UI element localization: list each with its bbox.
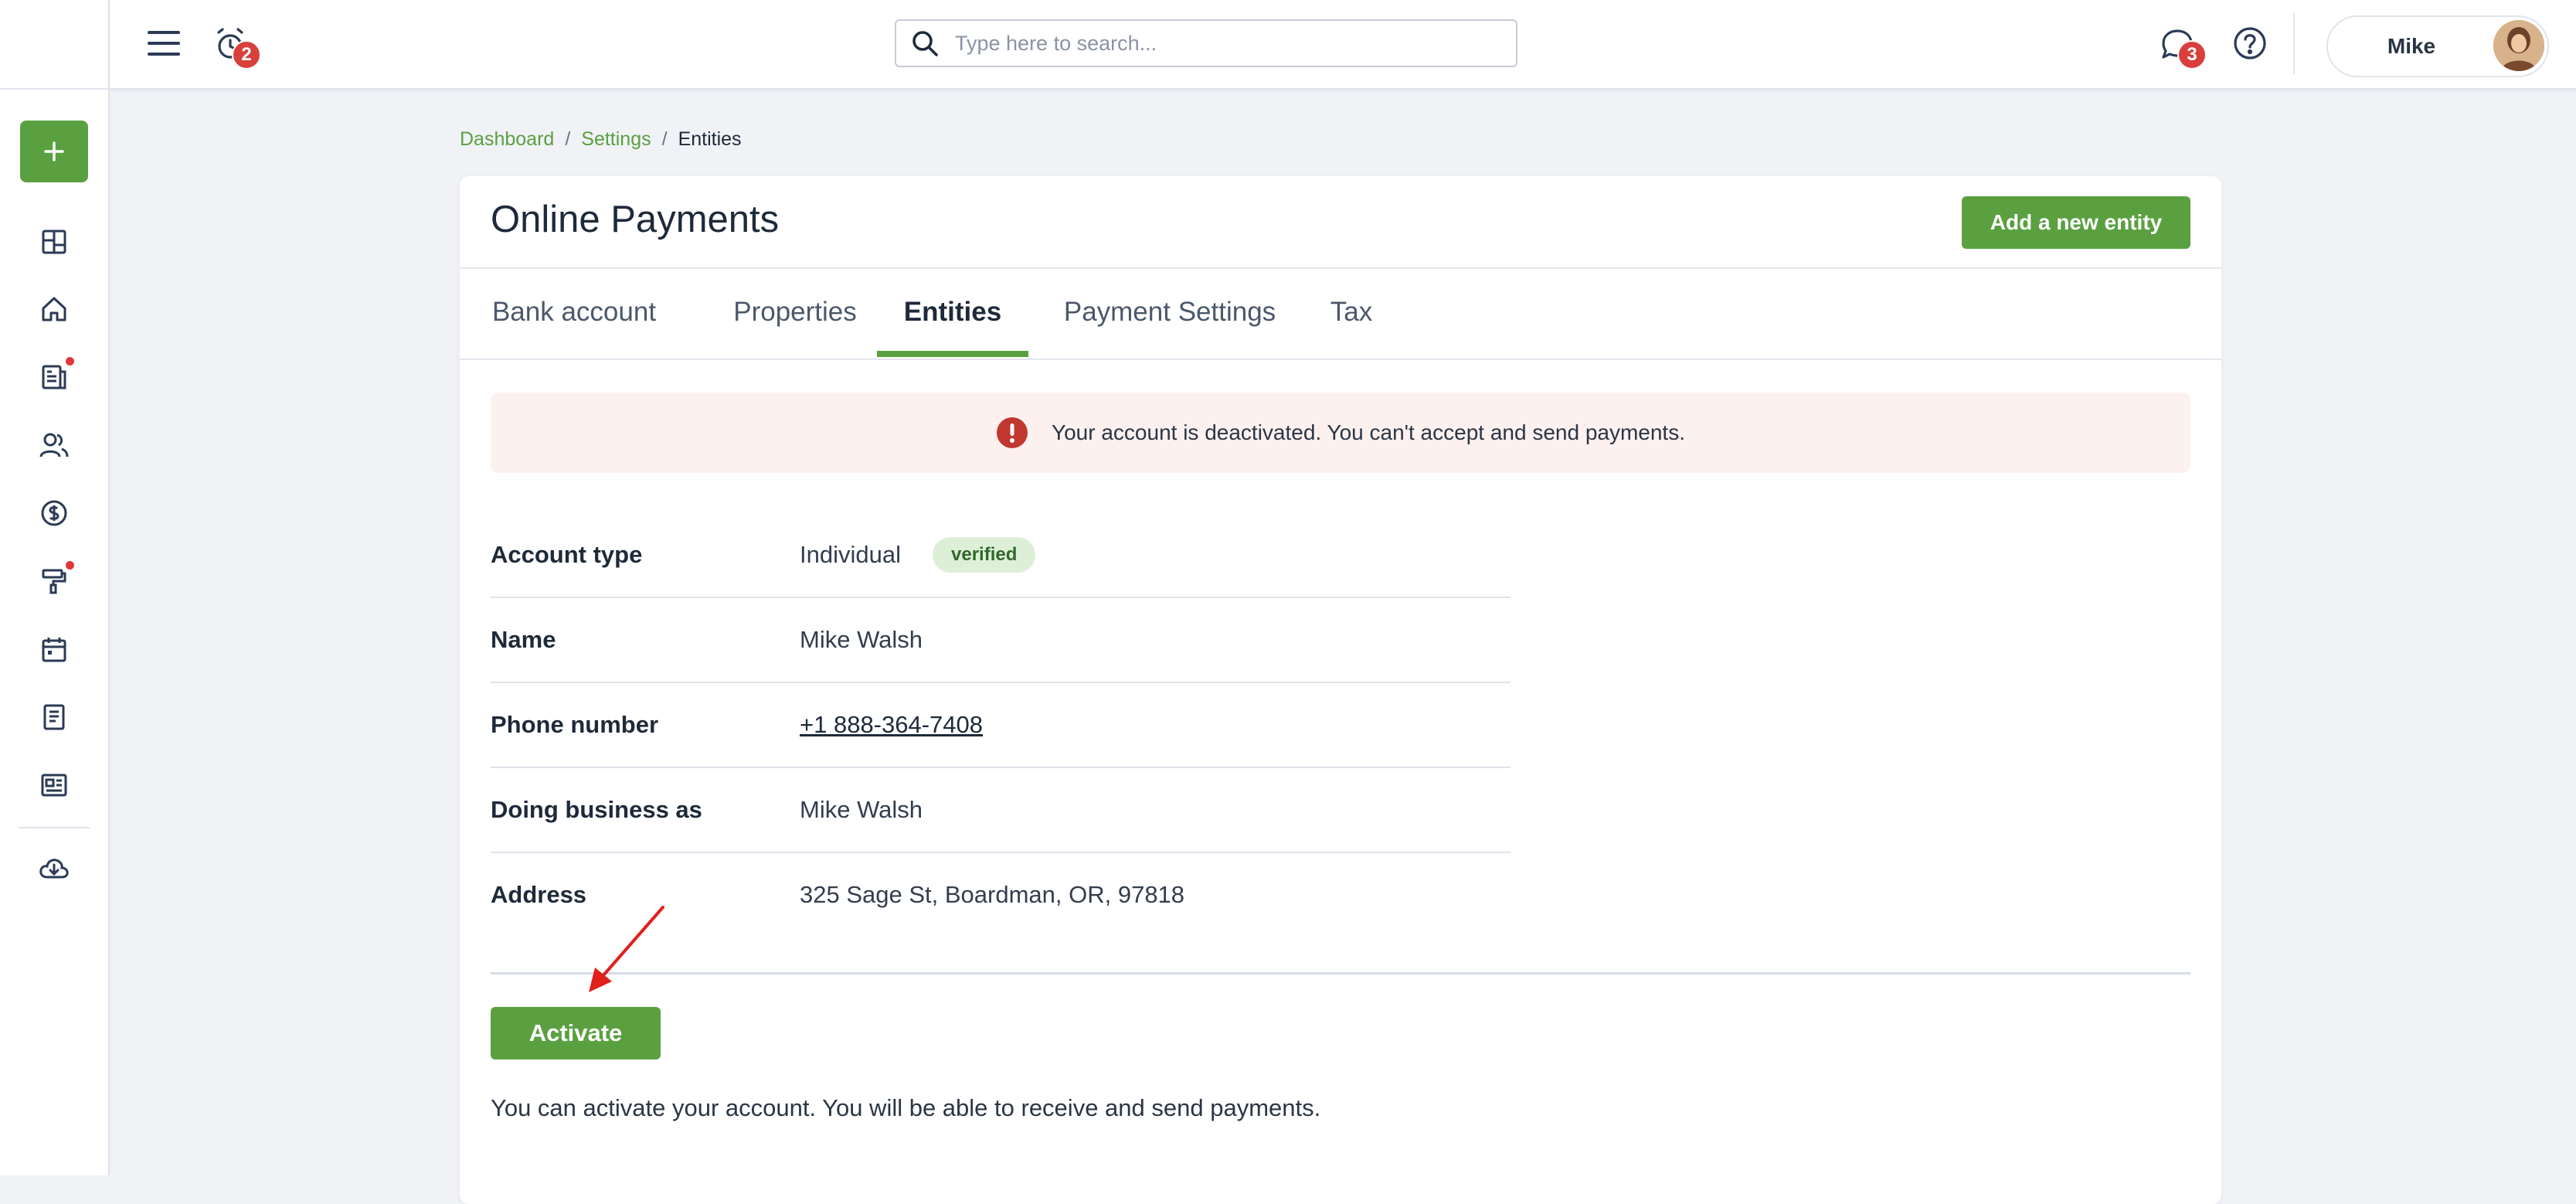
sidebar-divider <box>19 827 90 828</box>
people-icon <box>39 433 69 457</box>
home-icon <box>42 297 66 321</box>
notification-dot <box>66 561 74 570</box>
sidebar-item-accounting[interactable] <box>31 490 77 536</box>
sidebar-item-properties[interactable] <box>31 286 77 332</box>
detail-label: Name <box>491 626 556 653</box>
verified-badge: verified <box>933 537 1036 573</box>
tab-entities-label: Entities <box>903 297 1002 327</box>
leases-document-icon <box>42 365 66 389</box>
avatar <box>2493 20 2544 71</box>
tabs-divider <box>460 359 2221 360</box>
tab-entities[interactable]: Entities <box>877 267 1028 357</box>
detail-row-name: Name Mike Walsh <box>491 598 1511 683</box>
reports-icon <box>41 774 67 797</box>
search-icon <box>912 31 938 56</box>
top-bar: 2 3 Mike <box>110 0 2576 90</box>
help-button[interactable] <box>2230 23 2270 63</box>
tab-tax[interactable]: Tax <box>1313 267 1390 357</box>
help-question-icon <box>2234 27 2266 60</box>
breadcrumb-dashboard[interactable]: Dashboard <box>460 128 554 151</box>
topbar-separator <box>2293 12 2295 74</box>
sidebar-item-notes[interactable] <box>31 694 77 740</box>
tab-payment-settings[interactable]: Payment Settings <box>1058 267 1282 357</box>
detail-label: Address <box>491 881 587 908</box>
exclamation-icon <box>997 417 1028 448</box>
breadcrumb-separator: / <box>661 128 668 150</box>
create-new-button[interactable] <box>20 121 88 182</box>
detail-value: 325 Sage St, Boardman, OR, 97818 <box>800 881 1185 908</box>
left-sidebar <box>0 0 110 1175</box>
sidebar-item-maintenance[interactable] <box>31 558 77 604</box>
detail-row-dba: Doing business as Mike Walsh <box>491 768 1511 853</box>
notification-dot <box>66 357 74 366</box>
menu-toggle-button[interactable] <box>142 23 185 63</box>
detail-value: Mike Walsh <box>800 796 923 823</box>
alert-message: Your account is deactivated. You can't a… <box>1052 420 1685 444</box>
tab-bank-account[interactable]: Bank account <box>491 267 658 357</box>
sidebar-item-dashboard[interactable] <box>31 219 77 265</box>
user-name: Mike <box>2387 34 2436 58</box>
page-title: Online Payments <box>491 199 780 240</box>
search-input[interactable] <box>953 30 1497 56</box>
activate-note: You can activate your account. You will … <box>491 1094 1321 1121</box>
notifications-button[interactable]: 2 <box>209 22 261 70</box>
user-menu-button[interactable]: Mike <box>2326 15 2549 77</box>
detail-row-address: Address 325 Sage St, Boardman, OR, 97818 <box>491 853 1511 937</box>
phone-link[interactable]: +1 888-364-7408 <box>800 683 983 767</box>
search-box[interactable] <box>895 19 1517 67</box>
messages-count-badge: 3 <box>2177 40 2207 70</box>
detail-value: Mike Walsh <box>800 626 923 653</box>
sidebar-item-reports[interactable] <box>31 762 77 808</box>
active-tab-indicator <box>877 351 1028 357</box>
notifications-count-badge: 2 <box>232 40 261 70</box>
logo-area <box>0 0 108 90</box>
detail-row-account-type: Account type Individual verified <box>491 513 1511 598</box>
sidebar-item-people[interactable] <box>31 422 77 468</box>
breadcrumb-current: Entities <box>678 128 742 150</box>
detail-value: Individual <box>800 541 901 568</box>
plus-icon <box>44 141 64 162</box>
breadcrumb: Dashboard / Settings / Entities <box>460 128 742 151</box>
detail-label: Account type <box>491 541 643 568</box>
sidebar-item-downloads[interactable] <box>31 845 77 892</box>
dollar-icon <box>41 500 67 526</box>
sidebar-item-calendar[interactable] <box>31 626 77 672</box>
activate-button[interactable]: Activate <box>491 1007 661 1059</box>
maintenance-roller-icon <box>42 569 66 594</box>
download-cloud-icon <box>39 859 69 879</box>
detail-row-phone: Phone number +1 888-364-7408 <box>491 683 1511 768</box>
hamburger-menu-icon <box>148 31 180 56</box>
detail-label: Phone number <box>491 711 659 738</box>
dashboard-grid-icon <box>42 230 66 254</box>
notes-icon <box>43 704 65 730</box>
breadcrumb-settings[interactable]: Settings <box>581 128 651 151</box>
calendar-icon <box>42 638 66 662</box>
breadcrumb-separator: / <box>565 128 571 150</box>
sidebar-item-leases[interactable] <box>31 354 77 400</box>
messages-button[interactable]: 3 <box>2154 22 2207 70</box>
section-divider <box>491 972 2190 974</box>
tab-properties[interactable]: Properties <box>719 267 871 357</box>
settings-tabs: Bank account Properties Entities Payment… <box>460 267 2221 359</box>
deactivated-alert: Your account is deactivated. You can't a… <box>491 393 2190 473</box>
online-payments-card: Online Payments Add a new entity Bank ac… <box>460 176 2221 1204</box>
add-new-entity-button[interactable]: Add a new entity <box>1962 196 2190 249</box>
detail-label: Doing business as <box>491 796 702 823</box>
